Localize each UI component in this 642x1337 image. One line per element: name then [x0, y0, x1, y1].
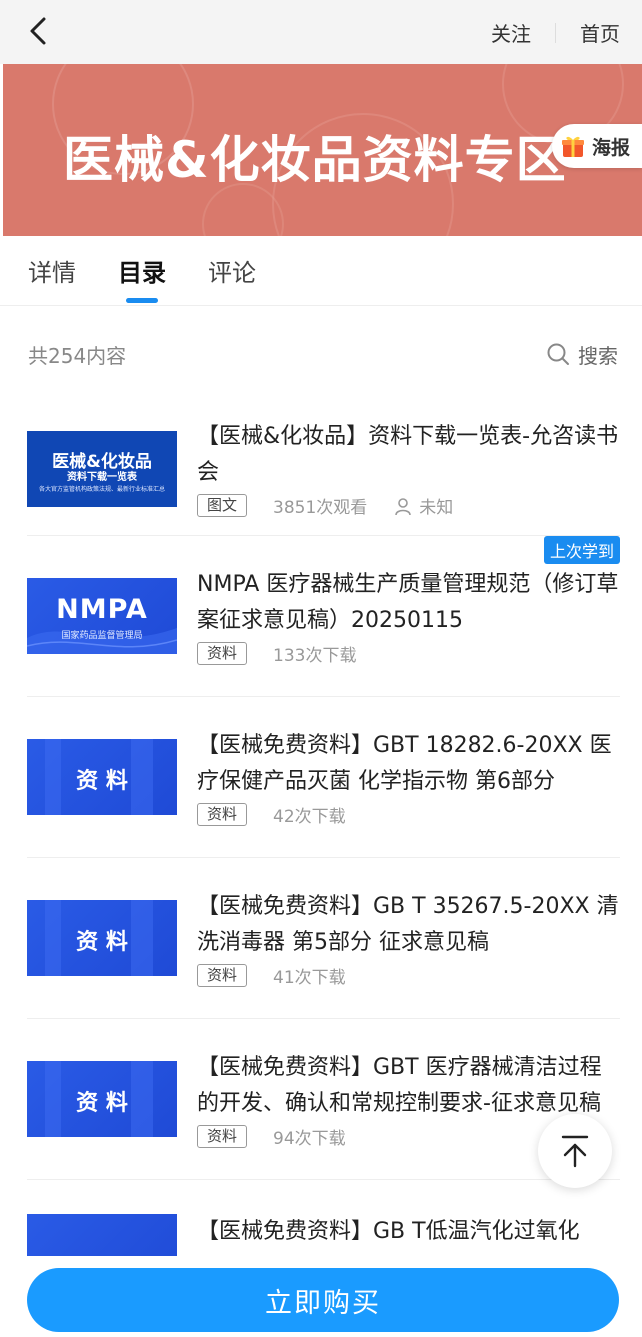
item-title: NMPA 医疗器械生产质量管理规范（修订草案征求意见稿）20250115 [197, 571, 619, 633]
banner: 医械&化妆品资料专区 海报 [3, 64, 642, 236]
back-to-top-button[interactable] [538, 1114, 612, 1188]
item-meta: 资料 42次下载 [197, 802, 620, 827]
banner-title: 医械&化妆品资料专区 [63, 131, 567, 189]
content-list: 医械&化妆品 资料下载一览表 各大官方监管机构政策法规、最新行业标准汇总 【医械… [0, 402, 642, 1337]
home-link[interactable]: 首页 [580, 18, 620, 47]
item-meta: 图文 3851次观看 未知 [197, 493, 620, 518]
thumb-caption: 国家药品监督管理局 [61, 631, 143, 641]
tab-bar: 详情 目录 评论 [0, 236, 642, 306]
summary-row: 共254内容 搜索 [0, 306, 642, 402]
list-item[interactable]: 上次学到 NMPA 国家药品监督管理局 NMPA 医疗器械生产质量管理规范（修订… [27, 536, 620, 697]
arrow-up-icon [561, 1135, 589, 1168]
list-item[interactable]: 资 料 【医械免费资料】GBT 医疗器械清洁过程的开发、确认和常规控制要求-征求… [27, 1019, 620, 1180]
item-title: 【医械免费资料】GBT 18282.6-20XX 医疗保健产品灭菌 化学指示物 … [197, 732, 612, 794]
item-title: 【医械免费资料】GB T 35267.5-20XX 清洗消毒器 第5部分 征求意… [197, 893, 619, 955]
poster-button[interactable]: 海报 [551, 124, 642, 168]
item-type-tag: 资料 [197, 963, 248, 987]
item-thumbnail: 资 料 [27, 739, 177, 815]
last-learned-badge: 上次学到 [543, 536, 620, 564]
item-type-tag: 图文 [197, 494, 248, 517]
poster-label: 海报 [591, 136, 630, 159]
tab-details[interactable]: 详情 [28, 253, 76, 288]
list-item[interactable]: 资 料 【医械免费资料】GBT 18282.6-20XX 医疗保健产品灭菌 化学… [27, 697, 620, 858]
thumb-title: 资 料 [76, 930, 128, 955]
divider [555, 22, 556, 43]
top-links: 关注 首页 [491, 18, 620, 47]
item-thumbnail: 资 料 [27, 900, 177, 976]
thumb-caption: 各大官方监管机构政策法规、最新行业标准汇总 [38, 485, 165, 493]
item-title: 【医械&化妆品】资料下载一览表-允咨读书会 [197, 424, 619, 485]
item-info: NMPA 医疗器械生产质量管理规范（修订草案征求意见稿）20250115 资料 … [197, 567, 620, 666]
item-info: 【医械免费资料】GBT 18282.6-20XX 医疗保健产品灭菌 化学指示物 … [197, 728, 620, 827]
item-thumbnail: NMPA 国家药品监督管理局 [27, 578, 177, 654]
item-type-tag: 资料 [197, 641, 248, 665]
tab-comments[interactable]: 评论 [208, 253, 256, 288]
author-name: 未知 [419, 498, 454, 518]
search-label: 搜索 [578, 343, 618, 368]
item-meta: 资料 41次下载 [197, 963, 620, 988]
list-item[interactable]: 医械&化妆品 资料下载一览表 各大官方监管机构政策法规、最新行业标准汇总 【医械… [27, 402, 620, 536]
follow-link[interactable]: 关注 [491, 18, 531, 47]
item-type-tag: 资料 [197, 1124, 248, 1148]
item-stat: 133次下载 [273, 645, 357, 666]
list-item[interactable]: 资 料 【医械免费资料】GB T 35267.5-20XX 清洗消毒器 第5部分… [27, 858, 620, 1019]
content-count: 共254内容 [28, 343, 127, 368]
user-icon [395, 497, 412, 515]
item-meta: 资料 133次下载 [197, 641, 620, 666]
item-stat: 41次下载 [273, 967, 346, 988]
item-stat: 42次下载 [273, 806, 346, 827]
thumb-title: 资 料 [76, 769, 128, 794]
tab-catalog[interactable]: 目录 [118, 253, 166, 303]
item-thumbnail: 资 料 [27, 1061, 177, 1137]
item-title: 【医械免费资料】GBT 医疗器械清洁过程的开发、确认和常规控制要求-征求意见稿 [197, 1054, 602, 1116]
back-arrow-icon[interactable] [22, 14, 56, 48]
item-info: 【医械&化妆品】资料下载一览表-允咨读书会 图文 3851次观看 未知 [197, 419, 620, 518]
item-stat: 3851次观看 [273, 498, 368, 518]
item-thumbnail: 医械&化妆品 资料下载一览表 各大官方监管机构政策法规、最新行业标准汇总 [27, 430, 177, 507]
thumb-subtitle: 资料下载一览表 [67, 471, 137, 483]
search-button[interactable]: 搜索 [546, 340, 618, 369]
item-info: 【医械免费资料】GB T 35267.5-20XX 清洗消毒器 第5部分 征求意… [197, 889, 620, 988]
item-author: 未知 [393, 493, 453, 518]
thumb-title: NMPA [56, 594, 148, 625]
top-bar: 关注 首页 [0, 0, 642, 64]
item-type-tag: 资料 [197, 802, 248, 826]
item-stat: 94次下载 [273, 1128, 346, 1149]
gift-icon [561, 136, 584, 157]
thumb-title: 资 料 [76, 1091, 128, 1116]
buy-now-button[interactable]: 立即购买 [27, 1268, 619, 1332]
search-icon [547, 343, 569, 365]
